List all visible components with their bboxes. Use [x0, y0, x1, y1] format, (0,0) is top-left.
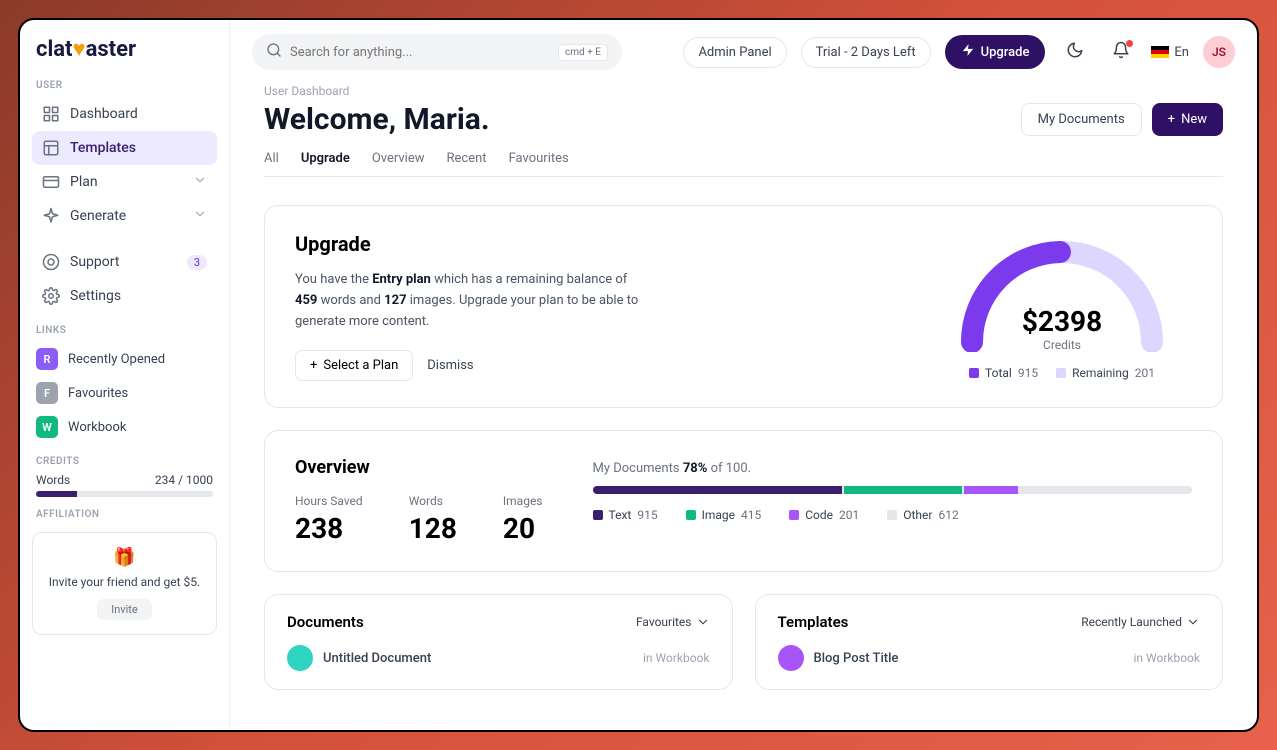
- bolt-icon: [961, 43, 975, 61]
- chevron-down-icon: [193, 207, 207, 225]
- stat-images: Images20: [503, 494, 543, 545]
- tab-overview[interactable]: Overview: [372, 151, 425, 176]
- usage-bar: [593, 486, 1193, 494]
- nav-templates[interactable]: Templates: [32, 131, 217, 165]
- flame-icon: ♥: [73, 37, 86, 62]
- legend-remaining: Remaining201: [1056, 366, 1155, 380]
- admin-panel-link[interactable]: Admin Panel: [683, 37, 786, 68]
- select-plan-button[interactable]: + Select a Plan: [295, 350, 413, 381]
- grid-icon: [42, 105, 60, 123]
- documents-usage-line: My Documents 78% of 100.: [593, 461, 1193, 476]
- upgrade-title: Upgrade: [295, 232, 892, 256]
- templates-filter[interactable]: Recently Launched: [1081, 615, 1200, 629]
- stat-words: Words128: [409, 494, 457, 545]
- legend-code: Code201: [789, 508, 859, 522]
- link-workbook[interactable]: WWorkbook: [32, 410, 217, 444]
- chevron-down-icon: [1186, 615, 1200, 629]
- section-affiliation: AFFILIATION: [36, 509, 217, 520]
- support-badge: 3: [187, 255, 207, 270]
- section-credits: CREDITS: [36, 456, 217, 467]
- document-item[interactable]: Untitled Document in Workbook: [287, 645, 710, 671]
- my-documents-button[interactable]: My Documents: [1021, 103, 1142, 136]
- link-recently opened[interactable]: RRecently Opened: [32, 342, 217, 376]
- nav-generate[interactable]: Generate: [32, 199, 217, 233]
- search-kbd: cmd + E: [558, 44, 608, 61]
- credits-gauge: $2398 Credits Total915 Remaining201: [932, 232, 1192, 381]
- card-icon: [42, 173, 60, 191]
- trial-badge[interactable]: Trial - 2 Days Left: [801, 37, 931, 68]
- tab-favourites[interactable]: Favourites: [509, 151, 569, 176]
- document-icon: [287, 645, 313, 671]
- gift-icon: 🎁: [43, 547, 206, 568]
- plus-icon: +: [1168, 112, 1175, 127]
- tabs: All Upgrade Overview Recent Favourites: [264, 151, 1223, 177]
- documents-panel: Documents Favourites Untitled Document i…: [264, 594, 733, 690]
- support-icon: [42, 253, 60, 271]
- stat-hours saved: Hours Saved238: [295, 494, 363, 545]
- link-badge-icon: R: [36, 348, 58, 370]
- dismiss-button[interactable]: Dismiss: [427, 350, 473, 381]
- gauge-label: Credits: [952, 338, 1172, 352]
- notification-dot: [1126, 40, 1133, 47]
- template-item[interactable]: Blog Post Title in Workbook: [778, 645, 1201, 671]
- tab-recent[interactable]: Recent: [447, 151, 487, 176]
- overview-card: Overview Hours Saved238Words128Images20 …: [264, 430, 1223, 572]
- nav-settings[interactable]: Settings: [32, 279, 217, 313]
- usage-legend: Text915 Image415 Code201 Other612: [593, 508, 1193, 522]
- new-button[interactable]: + New: [1152, 103, 1223, 136]
- upgrade-card: Upgrade You have the Entry plan which ha…: [264, 205, 1223, 408]
- nav-support[interactable]: Support 3: [32, 245, 217, 279]
- templates-title: Templates: [778, 613, 849, 631]
- documents-filter[interactable]: Favourites: [636, 615, 710, 629]
- search-box[interactable]: cmd + E: [252, 34, 622, 70]
- nav-dashboard[interactable]: Dashboard: [32, 97, 217, 131]
- section-user: USER: [36, 80, 217, 91]
- chevron-down-icon: [193, 173, 207, 191]
- topbar: cmd + E Admin Panel Trial - 2 Days Left …: [230, 20, 1257, 84]
- chevron-down-icon: [696, 615, 710, 629]
- theme-toggle[interactable]: [1059, 36, 1091, 68]
- legend-total: Total915: [969, 366, 1038, 380]
- link-favourites[interactable]: FFavourites: [32, 376, 217, 410]
- invite-card: 🎁 Invite your friend and get $5. Invite: [32, 532, 217, 635]
- sidebar: clat♥aster USER Dashboard Templates Plan…: [20, 20, 230, 730]
- section-links: LINKS: [36, 325, 217, 336]
- legend-image: Image415: [686, 508, 762, 522]
- templates-panel: Templates Recently Launched Blog Post Ti…: [755, 594, 1224, 690]
- flag-icon: [1151, 46, 1169, 58]
- legend-other: Other612: [887, 508, 958, 522]
- search-input[interactable]: [290, 45, 550, 60]
- credits-row: Words 234 / 1000: [36, 473, 213, 487]
- tab-upgrade[interactable]: Upgrade: [301, 151, 350, 176]
- gauge-value: $2398: [952, 305, 1172, 338]
- language-selector[interactable]: En: [1151, 45, 1189, 60]
- overview-title: Overview: [295, 457, 543, 478]
- credits-progress: [36, 491, 213, 497]
- upgrade-text: You have the Entry plan which has a rema…: [295, 270, 645, 332]
- notifications-button[interactable]: [1105, 36, 1137, 68]
- plus-icon: +: [310, 358, 317, 373]
- sparkle-icon: [42, 207, 60, 225]
- upgrade-button[interactable]: Upgrade: [945, 35, 1046, 69]
- template-icon: [42, 139, 60, 157]
- page-title: Welcome, Maria.: [264, 102, 490, 137]
- gear-icon: [42, 287, 60, 305]
- link-badge-icon: F: [36, 382, 58, 404]
- tab-all[interactable]: All: [264, 151, 279, 176]
- template-icon: [778, 645, 804, 671]
- breadcrumb: User Dashboard: [264, 84, 1223, 98]
- link-badge-icon: W: [36, 416, 58, 438]
- user-avatar[interactable]: JS: [1203, 36, 1235, 68]
- logo: clat♥aster: [32, 36, 217, 62]
- nav-plan[interactable]: Plan: [32, 165, 217, 199]
- documents-title: Documents: [287, 613, 364, 631]
- moon-icon: [1066, 41, 1084, 63]
- invite-button[interactable]: Invite: [97, 599, 152, 620]
- search-icon: [266, 42, 282, 62]
- legend-text: Text915: [593, 508, 658, 522]
